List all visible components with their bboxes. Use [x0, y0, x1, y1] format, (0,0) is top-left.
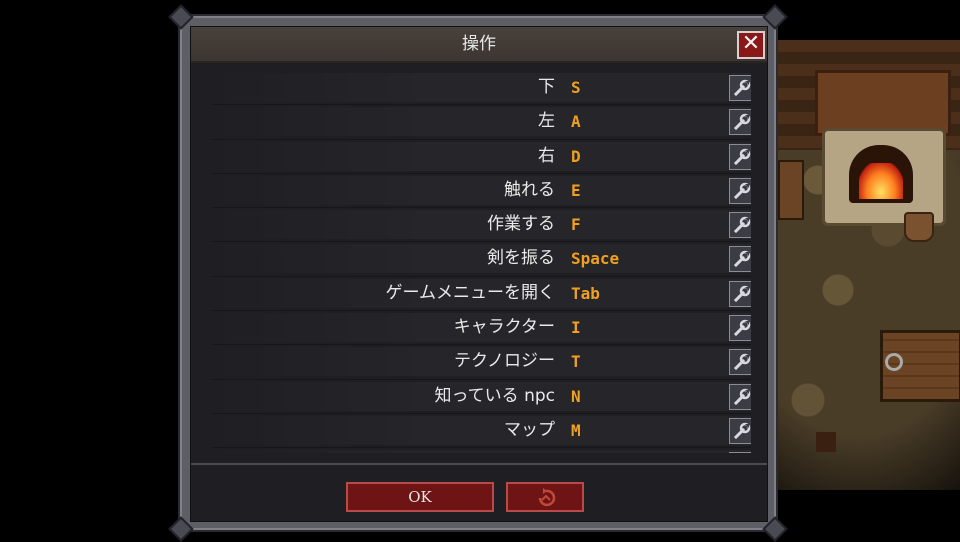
key-label: Tab	[571, 283, 600, 303]
action-label: 剣を振る	[487, 248, 555, 269]
shelf	[778, 160, 804, 220]
ok-button[interactable]: OK	[346, 482, 494, 512]
controls-dialog: 操作 ✕ 下 S 左 A 右 D 触れる E 作業する F 剣を振る Space ゲームメニューを開く T…	[168, 4, 788, 542]
door-handle	[885, 353, 903, 371]
edit-binding-button[interactable]	[729, 383, 751, 410]
action-label: マップ	[504, 419, 555, 440]
row-background	[211, 210, 751, 240]
key-label: F	[571, 215, 581, 235]
dialog-title: 操作	[462, 34, 496, 54]
wrench-icon	[733, 354, 751, 371]
action-label: 作業する	[487, 214, 555, 235]
title-bar: 操作 ✕	[191, 27, 767, 63]
row-background	[211, 73, 751, 102]
action-label: 右	[538, 145, 555, 166]
edit-binding-button[interactable]	[729, 75, 751, 101]
keybinding-row: テクノロジー T	[211, 345, 751, 380]
wrench-icon	[733, 422, 751, 440]
wrench-icon	[733, 251, 751, 268]
keybinding-row: 剣を振る Space	[211, 242, 751, 277]
keybinding-row: 左A	[211, 105, 751, 140]
key-label: 1	[571, 448, 581, 453]
action-label: 左	[538, 111, 555, 132]
edit-binding-button[interactable]	[729, 452, 751, 453]
action-label: 触れる	[504, 179, 555, 200]
row-background	[211, 107, 751, 137]
keybinding-row: ホットキーでアイテムを使用する 1	[211, 448, 751, 453]
key-label: A	[571, 112, 581, 132]
edit-binding-button[interactable]	[729, 417, 751, 444]
edit-binding-button[interactable]	[729, 109, 751, 136]
edit-binding-button[interactable]	[729, 246, 751, 273]
key-label: S	[571, 78, 581, 97]
fire	[859, 163, 903, 199]
row-background	[211, 141, 751, 171]
key-label: D	[571, 146, 581, 166]
reset-icon	[538, 488, 556, 507]
bucket	[904, 212, 934, 242]
reset-defaults-button[interactable]	[506, 482, 584, 512]
close-button[interactable]: ✕	[737, 31, 765, 59]
row-background	[211, 175, 751, 205]
key-label: Space	[571, 249, 620, 269]
action-label: ゲームメニューを開く	[385, 282, 556, 303]
wrench-icon	[733, 114, 751, 131]
post	[816, 432, 836, 452]
key-label: T	[571, 352, 581, 372]
key-label: E	[571, 180, 581, 200]
action-label: テクノロジー	[454, 351, 555, 372]
close-icon: ✕	[741, 31, 761, 56]
wrench-icon	[733, 319, 751, 337]
edit-binding-button[interactable]	[729, 212, 751, 239]
key-label: N	[571, 386, 581, 406]
edit-binding-button[interactable]	[729, 280, 751, 307]
row-background	[211, 415, 751, 445]
keybinding-row: 下S	[211, 71, 751, 106]
keybinding-row: 作業する F	[211, 208, 751, 243]
keybinding-row: 触れる E	[211, 174, 751, 209]
trapdoor	[880, 330, 960, 402]
keybinding-row: キャラクター I	[211, 311, 751, 346]
key-label: I	[571, 318, 581, 338]
wrench-icon	[733, 182, 751, 200]
keybinding-row: 知っている npc N	[211, 380, 751, 414]
row-background	[211, 244, 751, 274]
keybinding-row: ゲームメニューを開く Tab	[211, 277, 751, 312]
edit-binding-button[interactable]	[729, 143, 751, 170]
edit-binding-button[interactable]	[729, 177, 751, 204]
keybinding-list[interactable]: 下 S 左 A 右 D 触れる E 作業する F 剣を振る Space ゲームメニューを開く Tab キャラ…	[211, 71, 751, 453]
action-label: ホットキーでアイテムを使用する	[303, 448, 555, 453]
action-label: 下	[538, 77, 555, 97]
key-label: M	[571, 420, 581, 440]
wrench-icon	[733, 79, 751, 97]
wrench-icon	[733, 216, 751, 234]
action-label: 知っている npc	[434, 385, 555, 406]
footer-divider	[191, 463, 767, 465]
wrench-icon	[733, 148, 751, 165]
hearth	[849, 145, 913, 203]
dialog-body: 操作 ✕ 下 S 左 A 右 D 触れる E 作業する F 剣を振る Space ゲームメニューを開く T…	[190, 26, 768, 522]
edit-binding-button[interactable]	[729, 315, 751, 342]
wrench-icon	[733, 388, 751, 405]
edit-binding-button[interactable]	[729, 349, 751, 376]
wrench-icon	[733, 285, 751, 302]
keybinding-row: マップ M	[211, 414, 751, 449]
keybinding-row: 右D	[211, 140, 751, 174]
action-label: キャラクター	[453, 317, 555, 338]
chimney	[815, 70, 951, 136]
